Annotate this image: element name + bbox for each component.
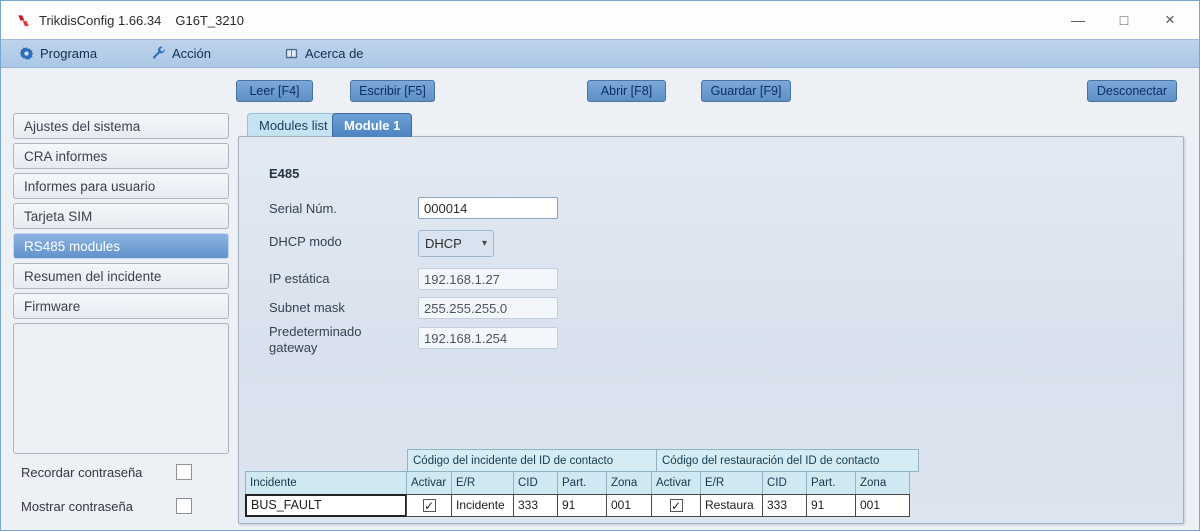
app-logo-icon <box>18 14 29 26</box>
group-header-restore: Código del restauración del ID de contac… <box>656 449 919 472</box>
read-button[interactable]: Leer [F4] <box>236 80 313 102</box>
disconnect-button[interactable]: Desconectar <box>1087 80 1177 102</box>
event-activar-checkbox[interactable]: ✓ <box>422 498 436 513</box>
menu-bar: Programa Acción Acerca de <box>1 39 1199 68</box>
cell-incidente[interactable]: BUS_FAULT <box>245 494 407 517</box>
sidebar-item-rs485-modules[interactable]: RS485 modules <box>13 233 229 259</box>
dhcp-modo-select[interactable]: DHCP ▾ <box>418 230 494 257</box>
remember-password-row: Recordar contraseña <box>21 463 221 481</box>
gateway-input <box>418 327 558 349</box>
table-header-row: Incidente Activar E/R CID Part. Zona Act… <box>245 471 919 495</box>
menu-accion[interactable]: Acción <box>151 40 211 67</box>
menu-acerca-de-label: Acerca de <box>305 46 364 61</box>
sidebar-empty-panel <box>13 323 229 454</box>
gear-icon <box>19 46 34 61</box>
ip-estatica-label: IP estática <box>269 271 330 286</box>
remember-password-label: Recordar contraseña <box>21 464 143 480</box>
menu-acerca-de[interactable]: Acerca de <box>284 40 364 67</box>
tab-module-1[interactable]: Module 1 <box>332 113 413 137</box>
serial-num-input[interactable] <box>418 197 558 219</box>
col-incidente: Incidente <box>245 471 407 495</box>
chevron-down-icon: ▾ <box>481 238 487 249</box>
sidebar-item-informes-para-usuario[interactable]: Informes para usuario <box>13 173 229 199</box>
subnet-mask-input <box>418 297 558 319</box>
sidebar-item-ajustes-del-sistema[interactable]: Ajustes del sistema <box>13 113 229 139</box>
col-cid-2: CID <box>762 471 807 495</box>
group-header-spacer <box>245 449 407 472</box>
menu-programa[interactable]: Programa <box>19 40 97 67</box>
col-activar-1: Activar <box>406 471 452 495</box>
cell-restore-activar: ✓ <box>651 494 701 517</box>
subnet-mask-label: Subnet mask <box>269 300 345 315</box>
cell-event-cid[interactable]: 333 <box>513 494 558 517</box>
group-header-incident: Código del incidente del ID de contacto <box>407 449 657 472</box>
window-controls: — □ × <box>1055 1 1193 39</box>
restore-activar-checkbox[interactable]: ✓ <box>669 498 683 513</box>
col-er-1: E/R <box>451 471 514 495</box>
cell-event-er[interactable]: Incidente <box>451 494 514 517</box>
sidebar-item-tarjeta-sim[interactable]: Tarjeta SIM <box>13 203 229 229</box>
col-part-2: Part. <box>806 471 856 495</box>
menu-accion-label: Acción <box>172 46 212 61</box>
app-window: TrikdisConfig 1.66.34 G16T_3210 — □ × Pro… <box>0 0 1200 531</box>
sidebar-item-firmware[interactable]: Firmware <box>13 293 229 319</box>
show-password-label: Mostrar contraseña <box>21 498 133 514</box>
incident-codes-table: Código del incidente del ID de contacto … <box>245 449 919 517</box>
close-icon[interactable]: × <box>1147 1 1193 39</box>
check-icon: ✓ <box>423 498 435 513</box>
ip-estatica-input <box>418 268 558 290</box>
col-zona-1: Zona <box>606 471 652 495</box>
write-button[interactable]: Escribir [F5] <box>350 80 435 102</box>
col-zona-2: Zona <box>855 471 910 495</box>
table-group-header-row: Código del incidente del ID de contacto … <box>245 449 919 472</box>
cell-restore-zona[interactable]: 001 <box>855 494 910 517</box>
minimize-icon[interactable]: — <box>1055 1 1101 39</box>
cell-restore-part[interactable]: 91 <box>806 494 856 517</box>
window-title: TrikdisConfig 1.66.34 G16T_3210 <box>39 13 244 28</box>
dhcp-modo-value: DHCP <box>425 236 462 251</box>
cell-event-zona[interactable]: 001 <box>606 494 652 517</box>
cell-restore-cid[interactable]: 333 <box>762 494 807 517</box>
save-button[interactable]: Guardar [F9] <box>701 80 791 102</box>
serial-num-label: Serial Núm. <box>269 201 337 216</box>
col-cid-1: CID <box>513 471 558 495</box>
col-activar-2: Activar <box>651 471 701 495</box>
tab-modules-list[interactable]: Modules list <box>247 113 340 137</box>
cell-event-part[interactable]: 91 <box>557 494 607 517</box>
show-password-checkbox[interactable] <box>176 498 192 514</box>
book-icon <box>285 48 298 59</box>
col-er-2: E/R <box>700 471 763 495</box>
gateway-label: Predeterminado gateway <box>269 324 362 355</box>
table-row: BUS_FAULT ✓ Incidente 333 91 001 ✓ Resta… <box>245 494 919 517</box>
show-password-row: Mostrar contraseña <box>21 497 221 515</box>
open-button[interactable]: Abrir [F8] <box>587 80 666 102</box>
sidebar-item-cra-informes[interactable]: CRA informes <box>13 143 229 169</box>
col-part-1: Part. <box>557 471 607 495</box>
check-icon: ✓ <box>670 498 682 513</box>
title-bar: TrikdisConfig 1.66.34 G16T_3210 — □ × <box>1 1 1199 39</box>
app-title: TrikdisConfig 1.66.34 <box>39 12 162 28</box>
menu-programa-label: Programa <box>40 46 98 61</box>
dhcp-modo-label: DHCP modo <box>269 234 342 249</box>
device-name: G16T_3210 <box>175 12 245 28</box>
cell-restore-er[interactable]: Restaura <box>700 494 763 517</box>
maximize-icon[interactable]: □ <box>1101 1 1147 39</box>
module-type-heading: E485 <box>269 166 300 181</box>
cell-event-activar: ✓ <box>406 494 452 517</box>
remember-password-checkbox[interactable] <box>176 464 192 480</box>
wrench-icon <box>152 46 165 59</box>
sidebar-item-resumen-del-incidente[interactable]: Resumen del incidente <box>13 263 229 289</box>
